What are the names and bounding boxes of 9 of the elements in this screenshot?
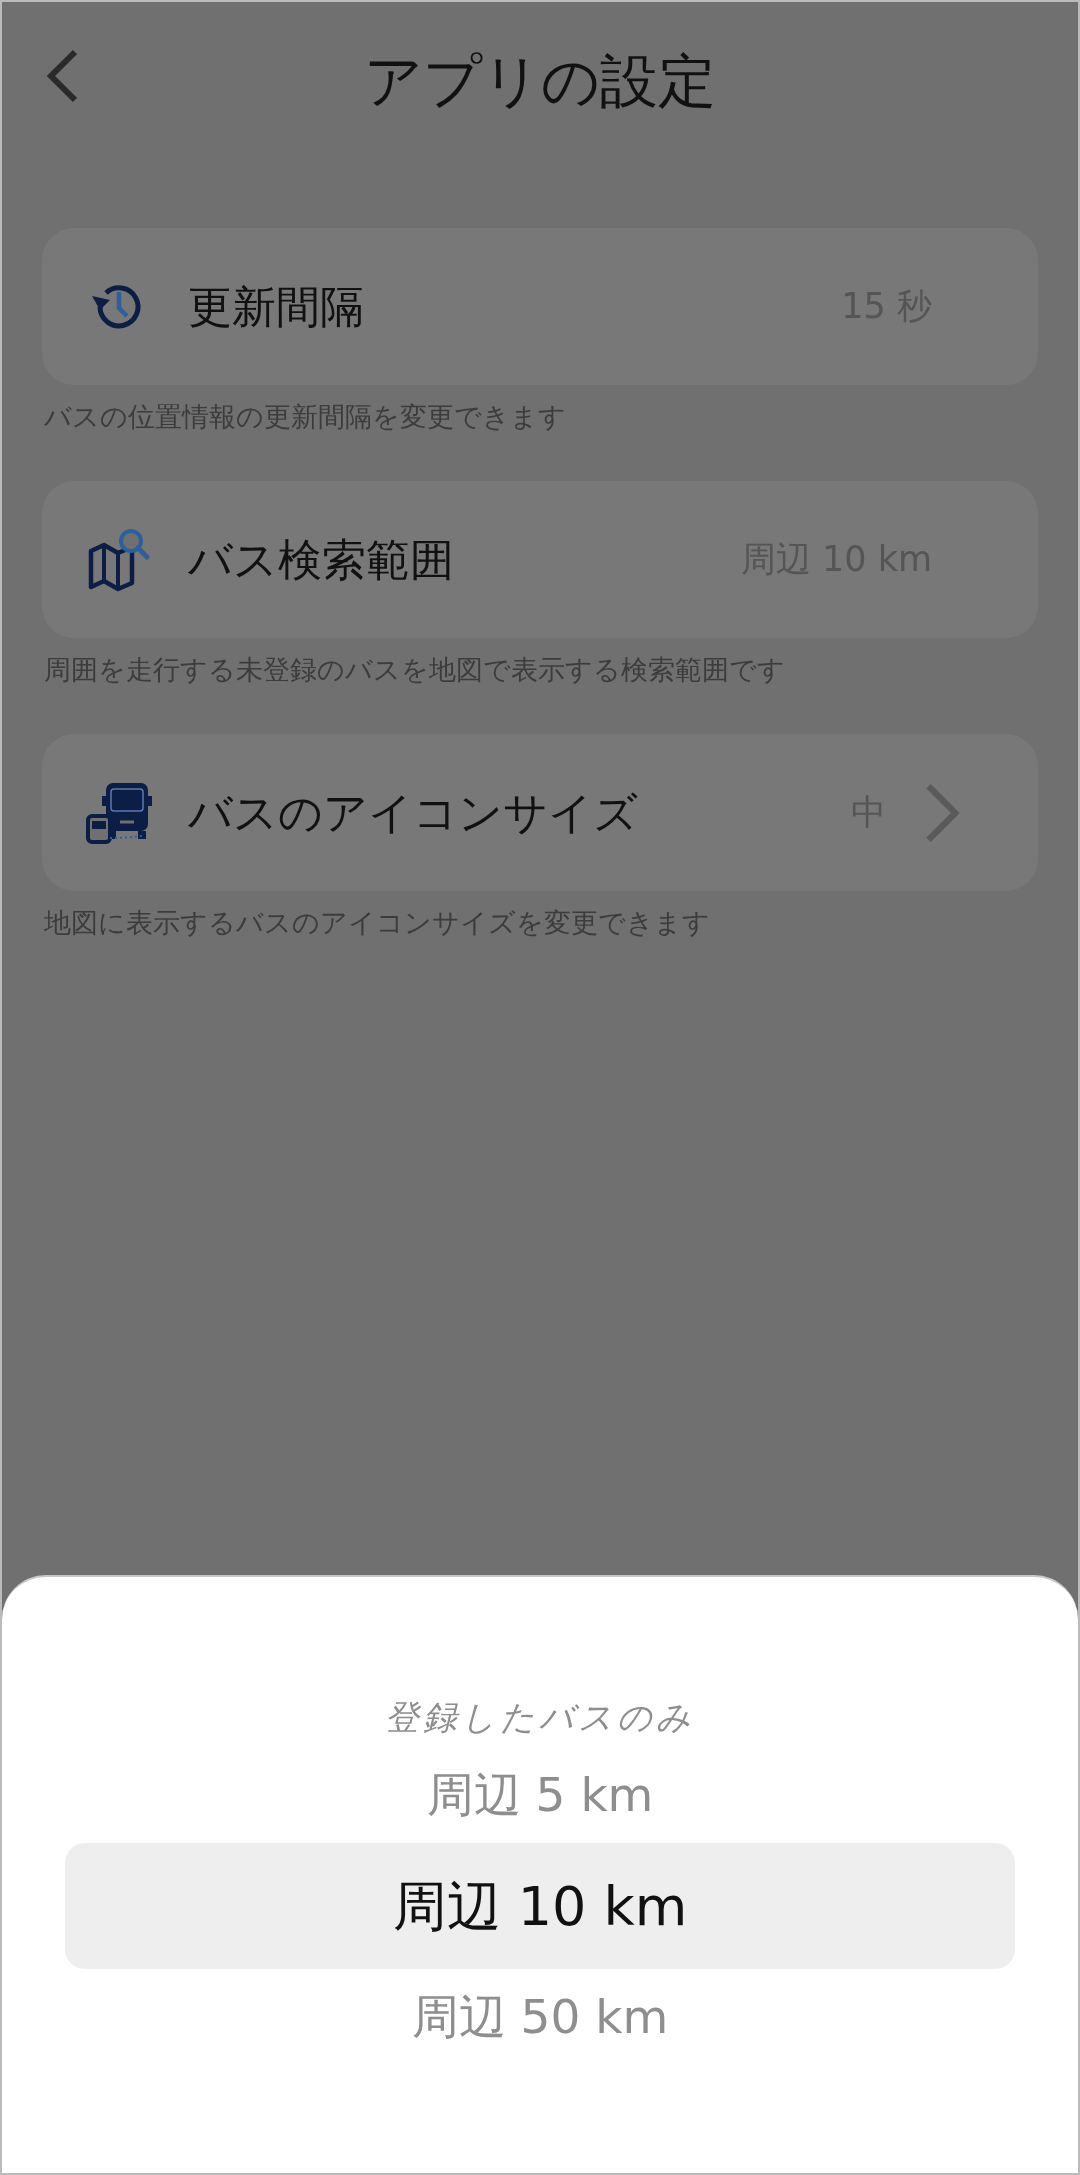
picker-option[interactable]: 周辺 5 km (65, 1747, 1015, 1843)
picker-option[interactable]: 登録したバスのみ (65, 1687, 1015, 1747)
setting-label: バスのアイコンサイズ (188, 785, 639, 840)
page-title: アプリの設定 (364, 47, 716, 115)
setting-label: 更新間隔 (188, 279, 365, 334)
picker-option[interactable]: 周辺 50 km (65, 1969, 1015, 2065)
setting-label: バス検索範囲 (188, 532, 455, 587)
picker-option[interactable]: 周辺 10 km (65, 1843, 1015, 1969)
map-search-icon (86, 526, 152, 593)
